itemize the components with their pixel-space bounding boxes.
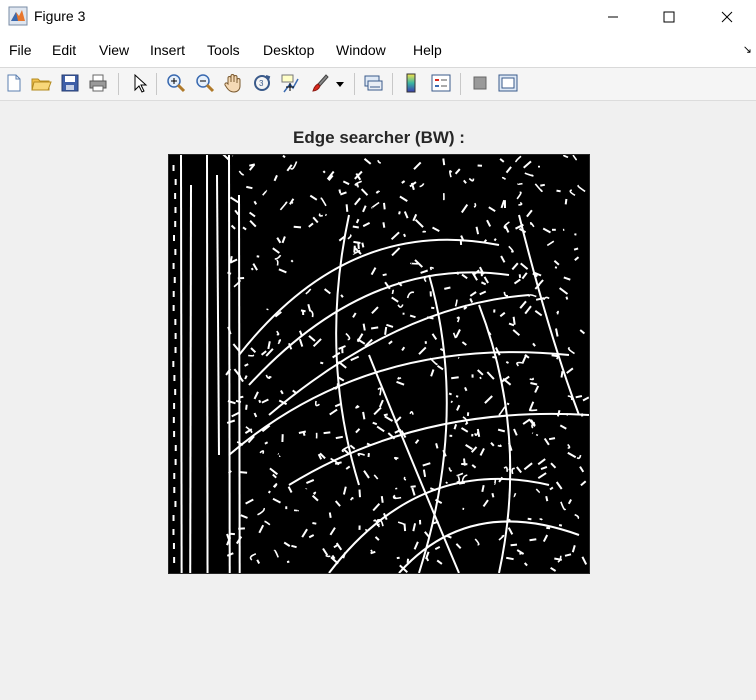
toolbar-separator [354, 73, 355, 95]
print-icon[interactable] [87, 72, 109, 94]
menu-insert[interactable]: Insert [150, 42, 185, 58]
open-file-icon[interactable] [30, 72, 52, 94]
toolbar-separator [460, 73, 461, 95]
maximize-button[interactable] [646, 0, 692, 33]
menu-view[interactable]: View [99, 42, 129, 58]
menu-desktop[interactable]: Desktop [263, 42, 314, 58]
brush-dropdown-icon[interactable] [333, 72, 347, 94]
axes-title: Edge searcher (BW) : [293, 128, 465, 147]
zoom-in-icon[interactable] [165, 72, 187, 94]
hide-plot-tools-icon[interactable] [469, 72, 491, 94]
minimize-icon [608, 16, 618, 17]
menu-window[interactable]: Window [336, 42, 386, 58]
brush-icon[interactable] [309, 72, 331, 94]
zoom-out-icon[interactable] [194, 72, 216, 94]
figure-toolbar: 3 [0, 68, 756, 101]
svg-text:3: 3 [259, 79, 264, 88]
dock-arrow-icon[interactable]: ↘ [743, 43, 752, 56]
select-arrow-icon[interactable] [128, 72, 150, 94]
matlab-logo-icon [8, 6, 28, 26]
toolbar-separator [118, 73, 119, 95]
new-figure-icon[interactable] [3, 72, 25, 94]
menu-tools[interactable]: Tools [207, 42, 240, 58]
pan-hand-icon[interactable] [222, 72, 244, 94]
menu-help[interactable]: Help [413, 42, 442, 58]
data-cursor-icon[interactable] [279, 72, 301, 94]
save-icon[interactable] [59, 72, 81, 94]
edge-map-canvas [172, 155, 589, 573]
toolbar-separator [392, 73, 393, 95]
menu-edit[interactable]: Edit [52, 42, 76, 58]
close-button[interactable] [704, 0, 750, 33]
minimize-button[interactable] [590, 0, 636, 33]
toolbar-separator [156, 73, 157, 95]
rotate-3d-icon[interactable]: 3 [251, 72, 273, 94]
title-bar: Figure 3 [0, 0, 756, 33]
legend-icon[interactable] [430, 72, 452, 94]
colorbar-icon[interactable] [400, 72, 422, 94]
menu-bar: File Edit View Insert Tools Desktop Wind… [0, 33, 756, 68]
edge-image[interactable] [168, 154, 590, 574]
close-icon [721, 11, 733, 22]
link-plot-icon[interactable] [362, 72, 384, 94]
show-plot-tools-icon[interactable] [497, 72, 519, 94]
maximize-icon [663, 11, 675, 22]
window-title: Figure 3 [34, 8, 86, 24]
menu-file[interactable]: File [9, 42, 32, 58]
